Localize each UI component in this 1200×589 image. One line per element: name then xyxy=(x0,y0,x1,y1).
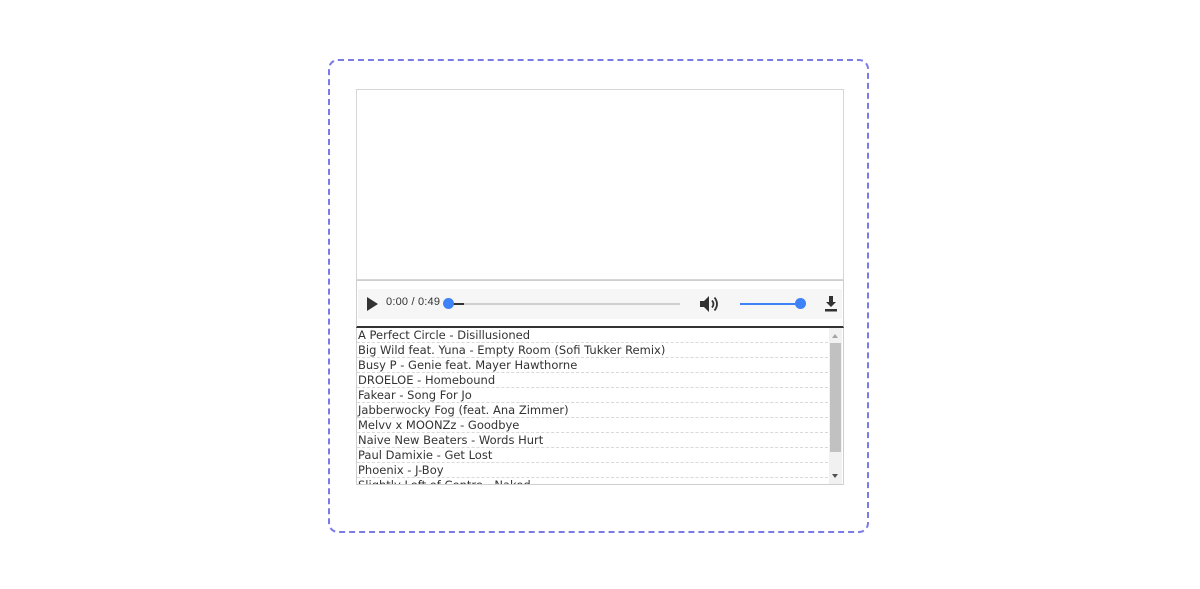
seek-thumb[interactable] xyxy=(443,298,454,309)
playlist-track[interactable]: Busy P - Genie feat. Mayer Hawthorne xyxy=(357,358,828,373)
playlist-track[interactable]: Melvv x MOONZz - Goodbye xyxy=(357,418,828,433)
play-icon[interactable] xyxy=(367,297,378,311)
audio-controls-bar: 0:00 / 0:49 xyxy=(356,280,844,328)
playlist-scrollbar[interactable] xyxy=(829,328,842,484)
volume-icon[interactable] xyxy=(698,294,720,314)
playlist-track[interactable]: Paul Damixie - Get Lost xyxy=(357,448,828,463)
playlist-track[interactable]: A Perfect Circle - Disillusioned xyxy=(357,328,828,343)
volume-slider[interactable] xyxy=(740,298,806,309)
scroll-up-arrow-icon[interactable] xyxy=(832,334,838,338)
playlist-track[interactable]: Jabberwocky Fog (feat. Ana Zimmer) xyxy=(357,403,828,418)
scrollbar-thumb[interactable] xyxy=(830,343,841,452)
playlist-track[interactable]: Phoenix - J-Boy xyxy=(357,463,828,478)
playlist-track[interactable]: Fakear - Song For Jo xyxy=(357,388,828,403)
volume-thumb[interactable] xyxy=(795,298,806,309)
audio-player: 0:00 / 0:49 A Perfect Circle - Disillusi… xyxy=(356,89,844,485)
playlist-track[interactable]: Slightly Left of Centre - Naked xyxy=(357,478,828,484)
volume-level-fill xyxy=(740,303,800,305)
download-icon[interactable] xyxy=(823,295,839,313)
track-list: A Perfect Circle - Disillusioned Big Wild… xyxy=(357,328,843,484)
playlist-track[interactable]: Naive New Beaters - Words Hurt xyxy=(357,433,828,448)
playlist-track[interactable]: Big Wild feat. Yuna - Empty Room (Sofi T… xyxy=(357,343,828,358)
seek-slider[interactable] xyxy=(443,298,680,309)
scroll-down-arrow-icon[interactable] xyxy=(832,474,838,478)
time-display: 0:00 / 0:49 xyxy=(386,296,441,308)
playlist-track[interactable]: DROELOE - Homebound xyxy=(357,373,828,388)
audio-controls-inner: 0:00 / 0:49 xyxy=(358,289,842,319)
playlist: A Perfect Circle - Disillusioned Big Wild… xyxy=(356,328,844,485)
visualizer-area xyxy=(356,89,844,280)
